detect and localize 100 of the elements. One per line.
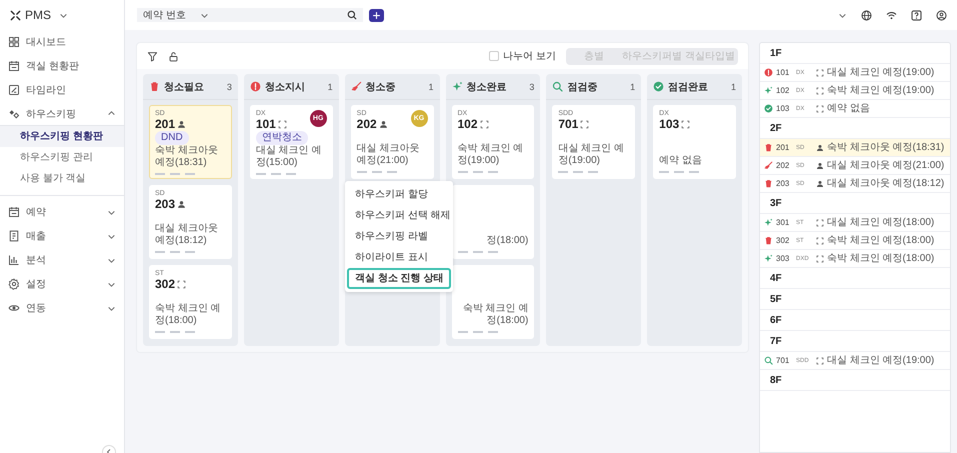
column-title: 점검중: [567, 80, 598, 94]
trash-icon: [764, 143, 773, 152]
dash-lines-drawing: [659, 171, 700, 173]
room-number: 101: [776, 68, 790, 77]
unlock-icon[interactable]: [168, 50, 179, 62]
menu-item[interactable]: 하이라이트 표시: [347, 247, 451, 268]
room-number: 101: [256, 117, 276, 131]
room-number: 203: [155, 197, 176, 211]
menu-item[interactable]: 객실 청소 진행 상태: [347, 268, 451, 289]
calendar-icon: [8, 60, 20, 72]
bar-chart-icon: [8, 254, 20, 266]
floor-label: 3F: [760, 193, 950, 214]
room-number: 102: [458, 117, 478, 131]
checkbox-label: 나누어 보기: [503, 50, 556, 63]
room-number: 201: [776, 143, 790, 152]
room-number: 201: [155, 117, 176, 131]
broom-icon: [350, 81, 362, 92]
column-count: 1: [428, 82, 434, 92]
card-note: 숙박 체크인 예정(18:00): [155, 303, 222, 327]
sidebar-item[interactable]: 분석: [0, 248, 124, 272]
card-note: 숙박 체크인 예정(19:00): [458, 143, 524, 167]
search-icon[interactable]: [346, 10, 357, 20]
room-number: 302: [776, 236, 790, 245]
trash-icon: [149, 81, 160, 92]
room-note: 대실 체크인 예정(19:00): [827, 66, 934, 78]
sidebar-subitem[interactable]: 사용 불가 객실: [0, 168, 124, 189]
user-circle-icon[interactable]: [936, 10, 947, 20]
column-count: 1: [328, 82, 333, 92]
room-card[interactable]: 숙박 체크인 예정(18:00): [452, 265, 534, 339]
alert-icon: [250, 81, 261, 92]
room-note: 대실 체크아웃 예정(21:00): [827, 160, 944, 172]
room-tag: DND: [155, 131, 189, 145]
wifi-icon[interactable]: [886, 10, 897, 20]
room-number: 701: [776, 356, 790, 365]
floor-label: 4F: [760, 268, 950, 289]
search-icon: [552, 81, 564, 92]
room-note: 예약 없음: [827, 102, 870, 114]
room-number: 102: [776, 86, 790, 95]
room-note: 대실 체크인 예정(18:00): [827, 216, 934, 228]
column-count: 1: [730, 82, 736, 92]
room-number: 202: [356, 117, 377, 131]
floor-label: 1F: [760, 43, 950, 64]
menu-item[interactable]: 하우스키퍼 할당: [347, 184, 451, 205]
room-number: 301: [776, 218, 790, 227]
dash-lines-drawing: [155, 173, 195, 175]
plus-icon: [372, 10, 381, 20]
room-number: 202: [776, 161, 790, 170]
trash-icon: [764, 179, 773, 188]
checkbox[interactable]: [489, 51, 500, 61]
sparkle-icon: [764, 254, 773, 263]
sparkle-icon: [764, 218, 773, 227]
filter-icon[interactable]: [147, 50, 158, 62]
room-tag: 연박청소: [256, 131, 308, 145]
dash-lines-drawing: [558, 171, 598, 173]
column-title: 청소필요: [164, 80, 204, 94]
menu-item[interactable]: 하우스키핑 라벨: [347, 226, 451, 247]
search-field[interactable]: [214, 8, 363, 22]
sidebar-item[interactable]: 설정: [0, 272, 124, 296]
sidebar-item[interactable]: 매출: [0, 224, 124, 248]
edit-square-icon: [8, 84, 20, 96]
logo-icon: [10, 10, 21, 20]
sidebar-subitem[interactable]: 하우스키핑 현황판: [0, 126, 124, 147]
dash-lines-drawing: [155, 251, 195, 253]
sidebar-subitem[interactable]: 하우스키핑 관리: [0, 147, 124, 168]
sidebar-item[interactable]: 예약: [0, 200, 124, 224]
floor-label: 7F: [760, 331, 950, 352]
search-icon: [764, 356, 773, 365]
alert-icon: [764, 68, 773, 77]
card-note: 숙박 체크인 예정(18:00): [462, 303, 528, 327]
sidebar-item[interactable]: 연동: [0, 296, 124, 320]
sidebar-item[interactable]: 객실 현황판: [0, 54, 124, 78]
room-note: 숙박 체크인 예정(19:00): [827, 84, 934, 96]
menu-item[interactable]: 하우스키퍼 선택 해제: [347, 205, 451, 226]
receipt-icon: [8, 230, 20, 242]
room-note: 대실 체크아웃 예정(18:12): [827, 178, 944, 190]
dash-lines-drawing: [256, 173, 296, 175]
card-note: 숙박 체크아웃 예정(18:31): [155, 145, 219, 169]
room-number: 302: [155, 277, 176, 291]
card-note: 정(18:00): [486, 235, 528, 247]
card-note: 대실 체크아웃 예정(21:00): [356, 143, 420, 167]
room-card[interactable]: 정(18:00): [452, 185, 534, 259]
sidebar-item[interactable]: 타임라인: [0, 78, 124, 102]
help-icon[interactable]: [911, 10, 922, 20]
room-note: 숙박 체크아웃 예정(18:31): [827, 142, 944, 154]
floor-label: 6F: [760, 310, 950, 331]
sidebar-item[interactable]: 대시보드: [0, 30, 124, 54]
column-count: 3: [226, 82, 232, 92]
search-type-dropdown[interactable]: 예약 번호: [137, 8, 215, 22]
column-title: 청소중: [366, 80, 396, 94]
trash-icon: [764, 236, 773, 245]
column-title: 점검완료: [668, 80, 708, 94]
room-note: 대실 체크인 예정(19:00): [827, 354, 934, 366]
column-count: 3: [529, 82, 534, 92]
dash-lines-drawing: [356, 171, 397, 173]
globe-icon[interactable]: [861, 10, 872, 20]
add-button[interactable]: [368, 8, 384, 22]
column-title: 청소지시: [264, 80, 305, 94]
dash-lines-drawing: [458, 171, 498, 173]
column-count: 1: [630, 82, 636, 92]
room-number: 103: [776, 104, 790, 113]
